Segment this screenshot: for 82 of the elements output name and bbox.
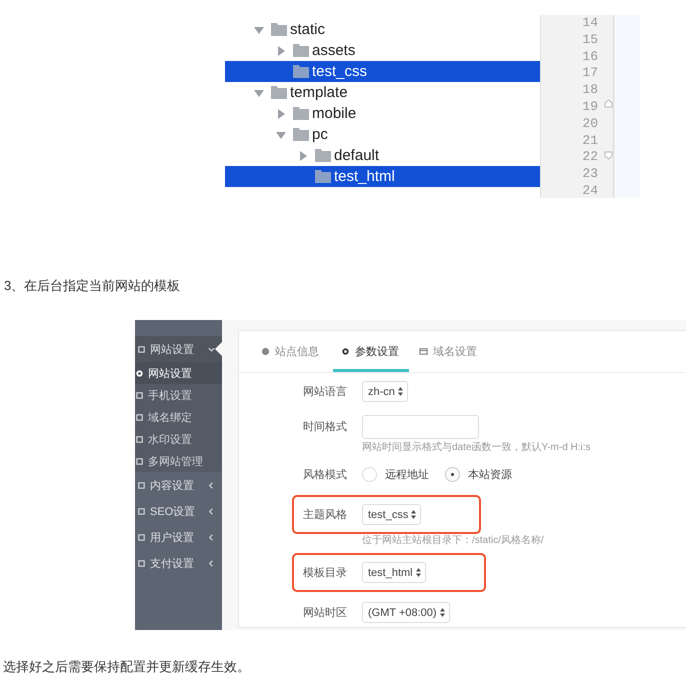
chevron-left-icon [207, 506, 216, 516]
window-icon [419, 347, 428, 356]
fold-marker-icon[interactable] [604, 99, 613, 108]
select-dropdown[interactable]: (GMT +08:00) [362, 602, 450, 623]
radio-button[interactable] [445, 467, 460, 482]
line-number: 21 [582, 132, 598, 150]
radio-label: 本站资源 [468, 468, 512, 482]
collapsed-triangle-icon[interactable] [297, 150, 309, 162]
tab[interactable]: 域名设置 [419, 331, 489, 372]
square-icon [137, 344, 146, 354]
tree-row[interactable]: mobile [225, 103, 540, 124]
step-text: 3、在后台指定当前网站的模板 [4, 277, 182, 295]
tree-row[interactable]: assets [225, 40, 540, 61]
field-label: 模板目录 [303, 566, 348, 580]
up-down-arrows-icon [416, 568, 421, 577]
sidebar-menu-item[interactable]: 用户设置 [135, 524, 222, 550]
chevron-left-icon [207, 532, 216, 542]
folder-icon [293, 107, 309, 120]
line-number: 16 [582, 48, 598, 66]
line-number: 17 [582, 65, 598, 82]
select-dropdown[interactable]: test_html [362, 562, 426, 583]
folder-icon [293, 44, 309, 57]
chevron-left-icon [207, 480, 216, 490]
collapsed-triangle-icon[interactable] [275, 44, 287, 56]
sidebar-menu-item[interactable]: 内容设置 [135, 472, 222, 498]
field-label: 风格模式 [303, 468, 348, 482]
sidebar-subitem[interactable]: 域名绑定 [135, 406, 222, 428]
radio-button[interactable] [362, 467, 377, 482]
line-number: 20 [582, 116, 598, 133]
up-down-arrows-icon [440, 608, 445, 617]
square-icon [135, 456, 144, 466]
line-number: 18 [582, 82, 598, 99]
field-label: 网站时区 [303, 606, 348, 620]
sidebar-subitem[interactable]: 水印设置 [135, 428, 222, 450]
square-icon [135, 434, 144, 444]
line-number: 19 [582, 98, 598, 116]
line-number: 14 [582, 15, 598, 32]
tree-row[interactable]: default [225, 145, 540, 166]
square-icon [137, 506, 146, 516]
sidebar-subitem[interactable]: 手机设置 [135, 384, 222, 406]
line-number: 24 [582, 182, 598, 198]
sidebar-subitem[interactable]: 网站设置 [135, 362, 222, 384]
tab[interactable]: 参数设置 [333, 331, 409, 372]
line-number: 15 [582, 32, 598, 49]
folder-icon [293, 65, 309, 78]
sidebar-subitem[interactable]: 多网站管理 [135, 450, 222, 472]
select-dropdown[interactable]: zh-cn [362, 381, 408, 402]
tree-row[interactable]: test_html [225, 166, 540, 187]
input-field[interactable] [362, 414, 479, 438]
tree-row[interactable]: static [225, 19, 540, 40]
field-hint: 位于网站主站根目录下：/static/风格名称/ [362, 534, 544, 547]
line-number: 23 [582, 166, 598, 183]
tree-row[interactable]: pc [225, 124, 540, 145]
field-label: 主题风格 [303, 508, 348, 522]
tab[interactable]: 站点信息 [261, 331, 331, 372]
instruction-text: 选择好之后需要保持配置并更新缓存生效。 [3, 658, 251, 676]
tree-row[interactable]: template [225, 82, 540, 103]
square-icon [137, 480, 146, 490]
up-down-arrows-icon [398, 387, 403, 396]
radio-label: 远程地址 [385, 468, 429, 482]
folder-icon [271, 23, 287, 36]
folder-icon [315, 170, 331, 183]
folder-icon [293, 128, 309, 141]
square-icon [135, 390, 144, 400]
folder-icon [271, 86, 287, 99]
folder-icon [315, 149, 331, 162]
line-number: 22 [582, 149, 598, 166]
chevron-left-icon [207, 558, 216, 568]
square-icon [137, 532, 146, 542]
select-dropdown[interactable]: test_css [362, 504, 422, 525]
square-icon [135, 412, 144, 422]
fold-marker-icon[interactable] [604, 151, 613, 160]
field-hint: 网站时间显示格式与date函数一致，默认Y-m-d H:i:s [362, 441, 591, 454]
sidebar-menu-item[interactable]: 网站设置 [135, 336, 222, 362]
field-label: 时间格式 [303, 420, 348, 434]
up-down-arrows-icon [411, 510, 416, 519]
sidebar-menu-item[interactable]: SEO设置 [135, 498, 222, 524]
collapsed-triangle-icon[interactable] [275, 108, 287, 120]
tree-row[interactable]: test_css [225, 61, 540, 82]
square-icon [137, 558, 146, 568]
field-label: 网站语言 [303, 384, 348, 399]
sidebar-menu-item[interactable]: 支付设置 [135, 550, 222, 576]
